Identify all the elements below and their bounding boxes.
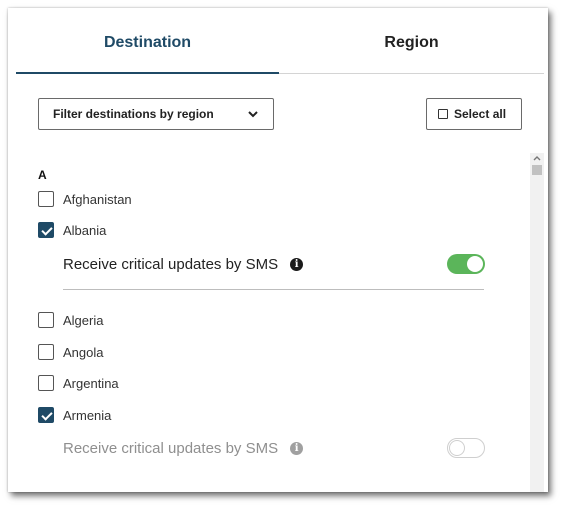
sms-label: Receive critical updates by SMS xyxy=(63,439,279,457)
divider xyxy=(63,289,484,290)
sms-toggle-armenia[interactable] xyxy=(447,438,485,458)
select-all-button[interactable]: Select all xyxy=(426,98,522,130)
country-label: Albania xyxy=(63,222,107,238)
list-item-angola[interactable]: Angola xyxy=(38,342,103,362)
select-all-checkbox xyxy=(438,109,448,119)
destination-list: A Afghanistan Albania Receive critical u… xyxy=(8,158,528,492)
checkbox-angola[interactable] xyxy=(38,344,54,360)
info-icon[interactable]: i xyxy=(290,257,304,271)
checkbox-armenia[interactable] xyxy=(38,407,54,423)
toggle-knob xyxy=(449,440,465,456)
list-item-albania[interactable]: Albania xyxy=(38,220,106,240)
list-item-algeria[interactable]: Algeria xyxy=(38,310,103,330)
list-item-afghanistan[interactable]: Afghanistan xyxy=(38,189,132,209)
list-item-argentina[interactable]: Argentina xyxy=(38,373,119,393)
checkbox-argentina[interactable] xyxy=(38,375,54,391)
list-item-armenia[interactable]: Armenia xyxy=(38,405,111,425)
scrollbar-thumb[interactable] xyxy=(532,165,542,175)
tab-destination[interactable]: Destination xyxy=(16,30,279,74)
section-letter: A xyxy=(38,168,47,182)
scrollbar[interactable] xyxy=(530,153,544,492)
select-all-label: Select all xyxy=(454,107,507,121)
destination-panel: Destination Region Filter destinations b… xyxy=(8,8,548,492)
toggle-knob xyxy=(467,256,483,272)
sms-label: Receive critical updates by SMS xyxy=(63,255,279,273)
checkbox-algeria[interactable] xyxy=(38,312,54,328)
checkbox-afghanistan[interactable] xyxy=(38,191,54,207)
country-label: Afghanistan xyxy=(63,191,132,207)
country-label: Argentina xyxy=(63,375,119,391)
filter-label: Filter destinations by region xyxy=(53,107,214,121)
checkbox-albania[interactable] xyxy=(38,222,54,238)
country-label: Armenia xyxy=(63,407,112,423)
filter-region-dropdown[interactable]: Filter destinations by region xyxy=(38,98,274,130)
info-icon[interactable]: i xyxy=(290,441,304,455)
sms-toggle-albania[interactable] xyxy=(447,254,485,274)
country-label: Angola xyxy=(63,344,104,360)
tab-region[interactable]: Region xyxy=(279,30,544,74)
chevron-down-icon xyxy=(248,111,258,118)
scroll-up-arrow-icon[interactable] xyxy=(530,153,544,163)
tab-bar: Destination Region xyxy=(16,30,544,82)
sms-option-armenia: Receive critical updates by SMS i xyxy=(63,437,304,459)
country-label: Algeria xyxy=(63,312,104,328)
sms-option-albania: Receive critical updates by SMS i xyxy=(63,253,304,275)
